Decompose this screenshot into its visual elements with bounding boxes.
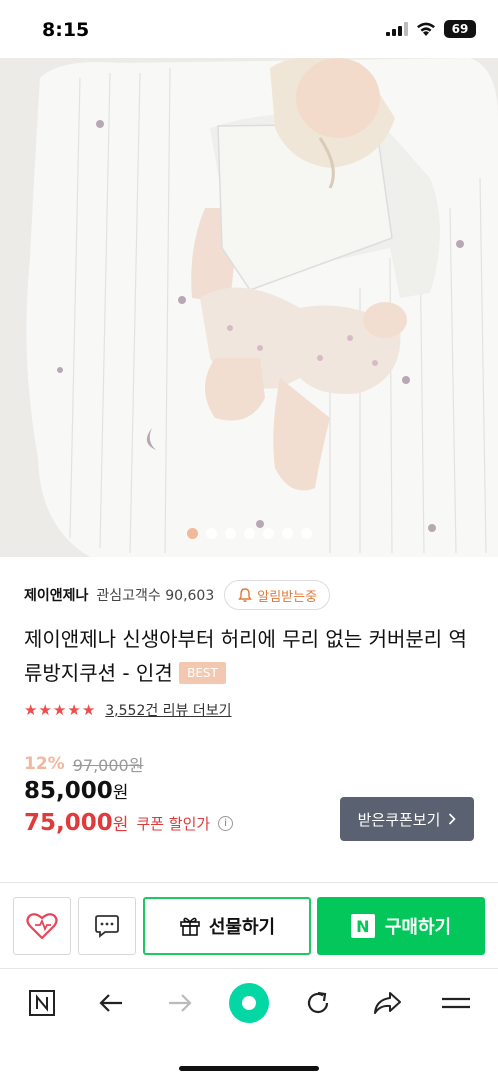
gift-icon bbox=[180, 917, 200, 936]
wifi-icon bbox=[417, 22, 435, 36]
green-dot-icon[interactable] bbox=[227, 981, 271, 1025]
current-price-unit: 원 bbox=[112, 783, 129, 803]
view-coupons-button[interactable]: 받은쿠폰보기 bbox=[340, 797, 474, 841]
carousel-dot[interactable] bbox=[243, 528, 255, 539]
product-title: 제이앤제나 신생아부터 허리에 무리 없는 커버분리 역류방지쿠션 - 인견 B… bbox=[24, 622, 480, 690]
forward-arrow-icon[interactable] bbox=[158, 981, 202, 1025]
interest-count: 관심고객수 90,603 bbox=[96, 588, 215, 604]
menu-icon[interactable] bbox=[434, 981, 478, 1025]
naver-n-icon[interactable] bbox=[20, 981, 64, 1025]
coupon-label: 쿠폰 할인가 bbox=[136, 814, 211, 833]
action-bar: 선물하기 N 구매하기 bbox=[0, 882, 498, 968]
like-button[interactable] bbox=[13, 897, 71, 955]
brand-row: 제이앤제나 관심고객수 90,603 알림받는중 bbox=[24, 580, 474, 610]
buy-label: 구매하기 bbox=[384, 917, 452, 938]
carousel-dot[interactable] bbox=[186, 528, 198, 539]
carousel-dot[interactable] bbox=[300, 528, 312, 539]
star-icon: ★ bbox=[81, 701, 96, 719]
product-photo bbox=[0, 58, 498, 557]
chat-icon bbox=[95, 915, 119, 938]
product-image-carousel[interactable] bbox=[0, 58, 498, 557]
coupon-price-value: 75,000 bbox=[24, 810, 113, 836]
carousel-dot[interactable] bbox=[281, 528, 293, 539]
product-title-text: 제이앤제나 신생아부터 허리에 무리 없는 커버분리 역류방지쿠션 - 인견 bbox=[24, 627, 467, 685]
view-coupons-label: 받은쿠폰보기 bbox=[357, 810, 441, 829]
rating-row: ★ ★ ★ ★ ★ 3,552건 리뷰 더보기 bbox=[24, 700, 232, 720]
star-icon: ★ bbox=[24, 701, 38, 719]
back-arrow-icon[interactable] bbox=[89, 981, 133, 1025]
carousel-dot[interactable] bbox=[224, 528, 236, 539]
carousel-dots bbox=[0, 528, 498, 539]
status-icons: 69 bbox=[386, 20, 476, 38]
bell-icon bbox=[238, 588, 253, 602]
rating-stars: ★ ★ ★ ★ ★ bbox=[24, 701, 95, 719]
alarm-button[interactable]: 알림받는중 bbox=[224, 580, 331, 610]
share-icon[interactable] bbox=[365, 981, 409, 1025]
brand-name[interactable]: 제이앤제나 bbox=[24, 585, 88, 605]
refresh-icon[interactable] bbox=[296, 981, 340, 1025]
best-badge: BEST bbox=[179, 662, 226, 684]
star-icon: ★ bbox=[52, 701, 67, 719]
carousel-dot[interactable] bbox=[262, 528, 274, 539]
original-price: 97,000원 bbox=[72, 756, 144, 775]
status-time: 8:15 bbox=[42, 19, 90, 41]
review-link[interactable]: 3,552건 리뷰 더보기 bbox=[105, 700, 231, 720]
naver-pay-icon: N bbox=[350, 914, 375, 938]
browser-bottom-nav bbox=[0, 968, 498, 1038]
alarm-label: 알림받는중 bbox=[257, 589, 318, 605]
gift-button[interactable]: 선물하기 bbox=[143, 897, 311, 955]
coupon-price: 75,000원 bbox=[24, 810, 128, 836]
gift-label: 선물하기 bbox=[208, 917, 276, 938]
status-bar: 8:15 69 bbox=[0, 0, 498, 58]
carousel-dot[interactable] bbox=[205, 528, 217, 539]
buy-button[interactable]: N 구매하기 bbox=[317, 897, 485, 955]
star-icon: ★ bbox=[38, 701, 52, 719]
battery-icon: 69 bbox=[444, 20, 476, 38]
talk-button[interactable] bbox=[78, 897, 136, 955]
discount-rate: 12% bbox=[24, 754, 65, 774]
info-icon[interactable]: i bbox=[218, 815, 234, 831]
current-price-value: 85,000 bbox=[24, 778, 113, 804]
coupon-price-unit: 원 bbox=[112, 815, 129, 835]
discount-row: 12% 97,000원 bbox=[24, 752, 474, 776]
chevron-right-icon bbox=[449, 813, 457, 825]
price-area: 12% 97,000원 85,000원 75,000원 쿠폰 할인가 i 받은쿠… bbox=[24, 752, 474, 841]
signal-icon bbox=[386, 22, 408, 36]
heart-icon bbox=[26, 913, 58, 940]
home-indicator[interactable] bbox=[179, 1066, 319, 1071]
star-icon: ★ bbox=[67, 701, 81, 719]
